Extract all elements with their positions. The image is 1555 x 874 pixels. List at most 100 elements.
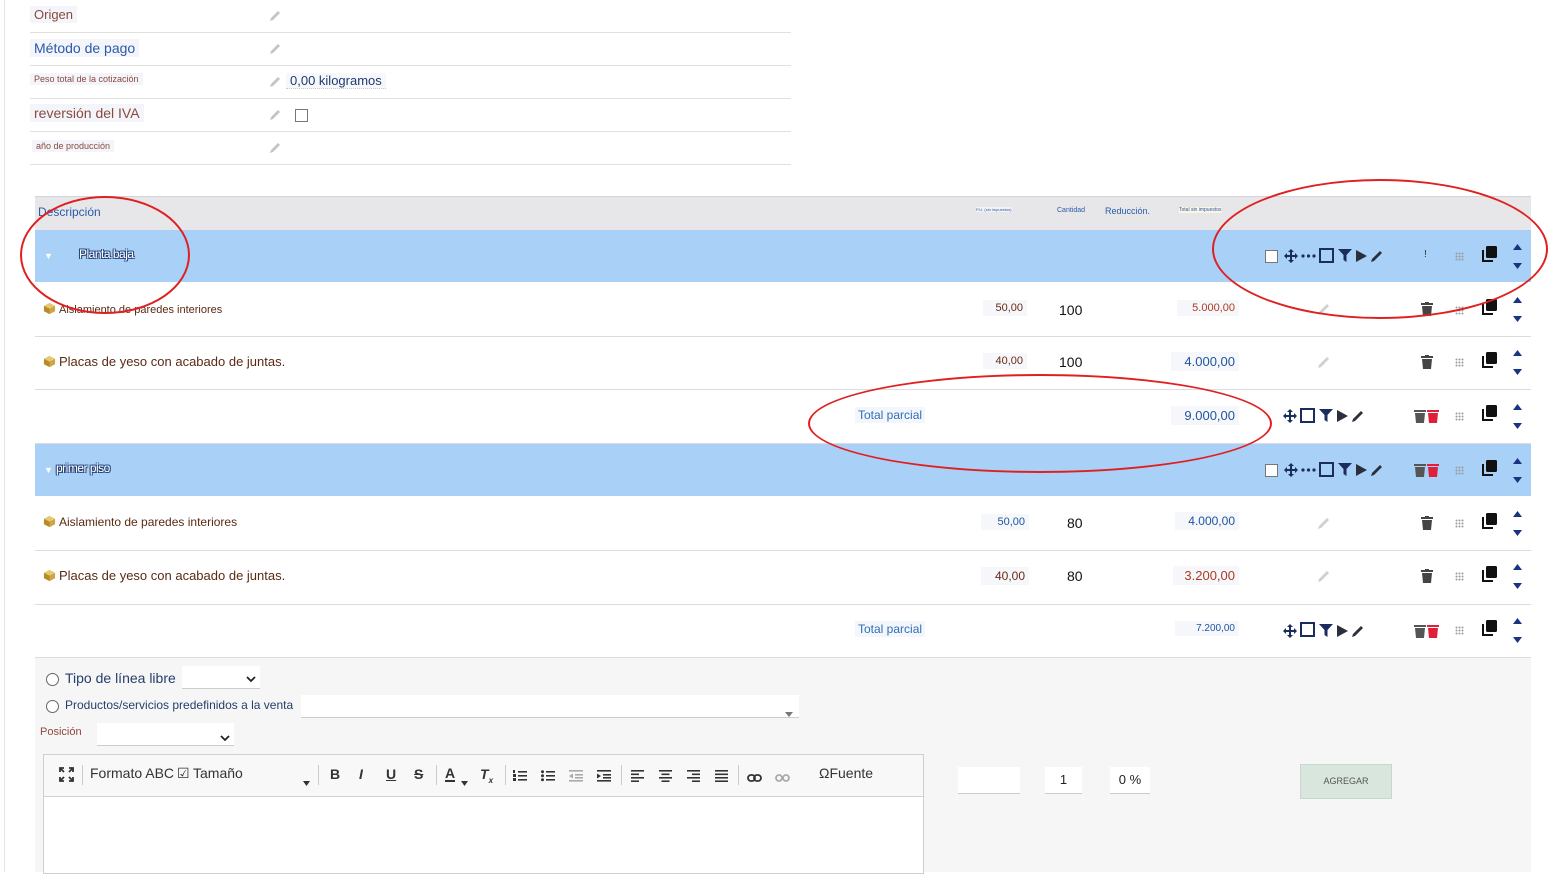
delete-group-trash-icon[interactable]	[1414, 463, 1440, 477]
move-up-arrow-icon[interactable]	[1513, 564, 1522, 570]
line-quantity[interactable]: 100	[1059, 354, 1082, 370]
move-icon[interactable]	[1283, 409, 1297, 423]
bold-icon[interactable]: B	[330, 766, 340, 782]
move-down-arrow-icon[interactable]	[1513, 477, 1522, 483]
move-up-arrow-icon[interactable]	[1513, 297, 1522, 303]
collapse-caret-icon[interactable]: ▼	[44, 465, 53, 475]
align-right-icon[interactable]	[687, 769, 700, 787]
move-up-arrow-icon[interactable]	[1513, 244, 1522, 250]
line-description[interactable]: Aislamiento de paredes interiores	[43, 515, 237, 531]
outdent-icon[interactable]	[569, 769, 583, 787]
line-description[interactable]: Placas de yeso con acabado de juntas.	[43, 568, 285, 585]
line-quantity[interactable]: 100	[1059, 302, 1082, 318]
move-up-arrow-icon[interactable]	[1513, 404, 1522, 410]
edit-vat-reversal-pencil-icon[interactable]	[268, 108, 282, 122]
move-down-arrow-icon[interactable]	[1513, 316, 1522, 322]
filter-icon[interactable]	[1338, 463, 1352, 477]
filter-icon[interactable]	[1338, 249, 1352, 263]
group-title[interactable]: primer piso	[56, 461, 110, 475]
more-dots-icon[interactable]	[1301, 254, 1316, 258]
line-description[interactable]: Aislamiento de paredes interiores	[43, 302, 222, 318]
edit-pencil-icon[interactable]	[1370, 249, 1384, 263]
header-unit-price[interactable]: P.U. (sin impuestos)	[976, 207, 1012, 212]
square-outline-icon[interactable]	[1319, 248, 1334, 263]
move-down-arrow-icon[interactable]	[1513, 637, 1522, 643]
copy-icon[interactable]	[1481, 405, 1497, 422]
group-title[interactable]: Planta baja	[79, 247, 134, 261]
line-quantity[interactable]: 80	[1067, 568, 1083, 584]
size-dropdown[interactable]: Tamaño	[193, 765, 243, 781]
line-description[interactable]: Placas de yeso con acabado de juntas.	[43, 354, 285, 371]
delete-trash-icon[interactable]	[1421, 569, 1433, 583]
move-down-arrow-icon[interactable]	[1513, 423, 1522, 429]
justify-icon[interactable]	[715, 769, 728, 787]
edit-line-pencil-icon[interactable]	[1317, 302, 1331, 316]
line-unit-price[interactable]: 50,00	[981, 514, 1029, 530]
numbered-list-icon[interactable]	[513, 769, 527, 787]
edit-line-pencil-icon[interactable]	[1317, 516, 1331, 530]
align-center-icon[interactable]	[659, 769, 672, 787]
copy-icon[interactable]	[1481, 620, 1497, 637]
select-group-checkbox[interactable]	[1265, 464, 1278, 477]
underline-icon[interactable]: U	[386, 766, 396, 782]
drag-grip-icon[interactable]	[1455, 306, 1464, 315]
size-checkbox-glyph[interactable]: ☑	[177, 765, 190, 782]
drag-grip-icon[interactable]	[1455, 412, 1464, 421]
move-down-arrow-icon[interactable]	[1513, 369, 1522, 375]
collapse-caret-icon[interactable]: ▼	[44, 251, 53, 261]
line-unit-price[interactable]: 50,00	[983, 300, 1027, 316]
copy-icon[interactable]	[1481, 513, 1497, 530]
edit-pencil-icon[interactable]	[1351, 409, 1365, 423]
copy-icon[interactable]	[1481, 566, 1497, 583]
move-icon[interactable]	[1283, 624, 1297, 638]
filter-icon[interactable]	[1319, 624, 1333, 638]
drag-grip-icon[interactable]	[1455, 519, 1464, 528]
line-quantity[interactable]: 80	[1067, 515, 1083, 531]
square-outline-icon[interactable]	[1319, 462, 1334, 477]
delete-group-trash-icon[interactable]	[1414, 624, 1440, 638]
play-icon[interactable]	[1336, 624, 1349, 638]
move-down-arrow-icon[interactable]	[1513, 263, 1522, 269]
edit-line-pencil-icon[interactable]	[1317, 355, 1331, 369]
free-line-type-select[interactable]	[182, 666, 260, 689]
filter-icon[interactable]	[1319, 409, 1333, 423]
edit-payment-method-pencil-icon[interactable]	[268, 42, 282, 56]
special-char-font-button[interactable]: ΩFuente	[819, 765, 873, 781]
drag-grip-icon[interactable]	[1455, 626, 1464, 635]
move-up-arrow-icon[interactable]	[1513, 618, 1522, 624]
vat-reversal-checkbox[interactable]	[295, 109, 308, 122]
delete-trash-icon[interactable]	[1421, 302, 1433, 316]
edit-pencil-icon[interactable]	[1351, 624, 1365, 638]
move-down-arrow-icon[interactable]	[1513, 583, 1522, 589]
italic-icon[interactable]: I	[359, 766, 363, 782]
drag-grip-icon[interactable]	[1455, 572, 1464, 581]
position-select[interactable]	[97, 723, 234, 746]
header-total[interactable]: Total sin impuestos	[1179, 207, 1222, 213]
remove-format-icon[interactable]: Tx	[480, 766, 493, 785]
move-up-arrow-icon[interactable]	[1513, 458, 1522, 464]
maximize-icon[interactable]	[59, 767, 74, 785]
line-unit-price[interactable]: 40,00	[983, 353, 1027, 369]
link-icon[interactable]	[747, 770, 762, 788]
square-outline-icon[interactable]	[1300, 622, 1315, 637]
add-line-button[interactable]: AGREGAR	[1300, 764, 1392, 799]
discount-input[interactable]: 0 %	[1110, 767, 1150, 794]
edit-pencil-icon[interactable]	[1370, 463, 1384, 477]
predefined-product-radio[interactable]	[46, 700, 59, 713]
move-down-arrow-icon[interactable]	[1513, 530, 1522, 536]
play-icon[interactable]	[1355, 249, 1368, 263]
play-icon[interactable]	[1355, 463, 1368, 477]
unlink-icon[interactable]	[775, 770, 790, 788]
text-color-arrow-icon[interactable]	[461, 773, 468, 791]
copy-icon[interactable]	[1481, 460, 1497, 477]
edit-weight-pencil-icon[interactable]	[268, 75, 282, 89]
copy-icon[interactable]	[1481, 352, 1497, 369]
move-icon[interactable]	[1284, 249, 1298, 263]
quantity-input[interactable]: 1	[1045, 767, 1082, 794]
strikethrough-icon[interactable]: S	[414, 766, 423, 782]
drag-grip-icon[interactable]	[1455, 358, 1464, 367]
line-unit-price[interactable]: 40,00	[981, 567, 1029, 585]
edit-production-year-pencil-icon[interactable]	[268, 141, 282, 155]
more-dots-icon[interactable]	[1301, 468, 1316, 472]
format-dropdown[interactable]: Formato ABC	[90, 765, 174, 781]
